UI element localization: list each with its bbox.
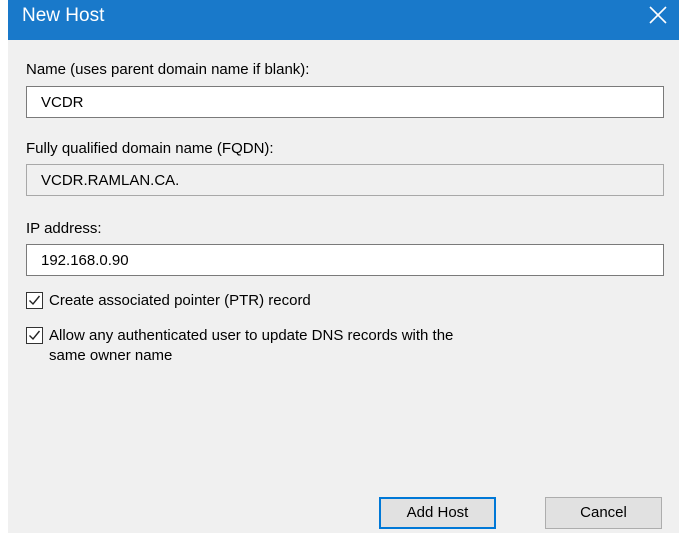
fqdn-field — [26, 164, 664, 196]
name-input[interactable] — [26, 86, 664, 118]
checkmark-icon — [29, 330, 41, 341]
ptr-record-checkbox-row[interactable]: Create associated pointer (PTR) record — [26, 292, 526, 312]
auth-update-label-line2: same owner name — [49, 347, 173, 364]
cancel-button[interactable]: Cancel — [545, 497, 662, 529]
add-host-button[interactable]: Add Host — [379, 497, 496, 529]
title-bar: New Host — [8, 0, 679, 40]
auth-update-checkbox-row[interactable]: Allow any authenticated user to update D… — [26, 327, 666, 367]
ptr-record-label: Create associated pointer (PTR) record — [49, 292, 311, 309]
auth-update-label-line1: Allow any authenticated user to update D… — [49, 327, 454, 344]
ip-address-input[interactable] — [26, 244, 664, 276]
close-button[interactable] — [633, 0, 679, 30]
ptr-record-checkbox[interactable] — [26, 292, 43, 309]
fqdn-label: Fully qualified domain name (FQDN): — [26, 140, 274, 157]
close-icon — [649, 6, 667, 24]
ip-address-label: IP address: — [26, 220, 102, 237]
window-title: New Host — [22, 5, 105, 26]
name-label: Name (uses parent domain name if blank): — [26, 61, 310, 78]
checkmark-icon — [29, 295, 41, 306]
auth-update-checkbox[interactable] — [26, 327, 43, 344]
dialog-body: Name (uses parent domain name if blank):… — [8, 40, 679, 533]
